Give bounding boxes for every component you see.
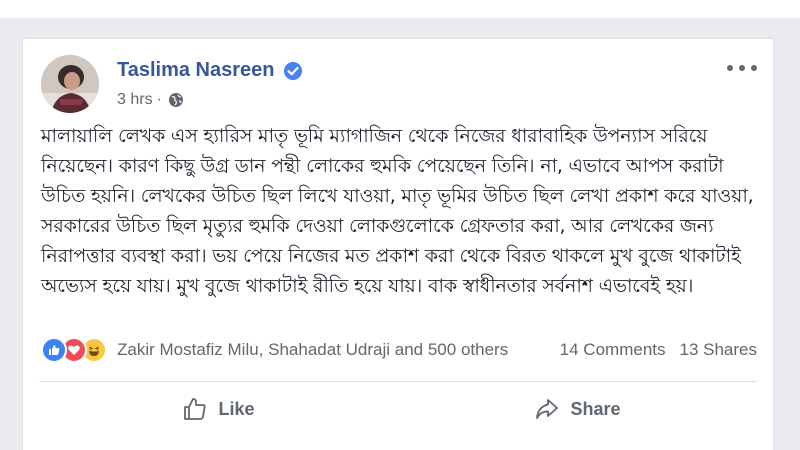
- more-options-icon[interactable]: [727, 59, 757, 77]
- comments-count[interactable]: 14 Comments: [560, 340, 666, 360]
- avatar[interactable]: [41, 55, 99, 113]
- post-text: মালায়ালি লেখক এস হ্যারিস মাতৃ ভূমি ম্যা…: [41, 125, 754, 297]
- like-button[interactable]: Like: [39, 389, 398, 429]
- post-stats: Zakir Mostafiz Milu, Shahadat Udraji and…: [41, 337, 757, 363]
- post-timestamp[interactable]: 3 hrs: [117, 91, 153, 109]
- more-dot: [751, 65, 757, 71]
- post-card: Taslima Nasreen 3 hrs · মালায়ালি লেখক এ…: [22, 38, 774, 450]
- share-label: Share: [570, 398, 621, 419]
- action-bar: Like Share: [39, 389, 757, 429]
- like-label: Like: [218, 398, 255, 419]
- author-row: Taslima Nasreen: [117, 59, 303, 82]
- verified-badge-icon: [283, 61, 303, 81]
- like-reaction-icon: [41, 337, 67, 363]
- meta-separator: ·: [156, 91, 162, 108]
- top-strip: [0, 0, 800, 18]
- globe-icon[interactable]: [168, 92, 184, 108]
- reaction-icons[interactable]: [41, 337, 107, 363]
- shares-count[interactable]: 13 Shares: [680, 340, 758, 360]
- post-meta: 3 hrs ·: [117, 91, 184, 109]
- reactors-text[interactable]: Zakir Mostafiz Milu, Shahadat Udraji and…: [117, 340, 508, 360]
- share-arrow-icon: [536, 399, 559, 419]
- divider: [39, 381, 757, 382]
- more-dot: [739, 65, 745, 71]
- more-dot: [727, 65, 733, 71]
- author-name[interactable]: Taslima Nasreen: [117, 59, 275, 82]
- share-button[interactable]: Share: [398, 389, 757, 429]
- thumbs-up-icon: [184, 398, 207, 420]
- engagement-counts: 14 Comments 13 Shares: [546, 340, 757, 360]
